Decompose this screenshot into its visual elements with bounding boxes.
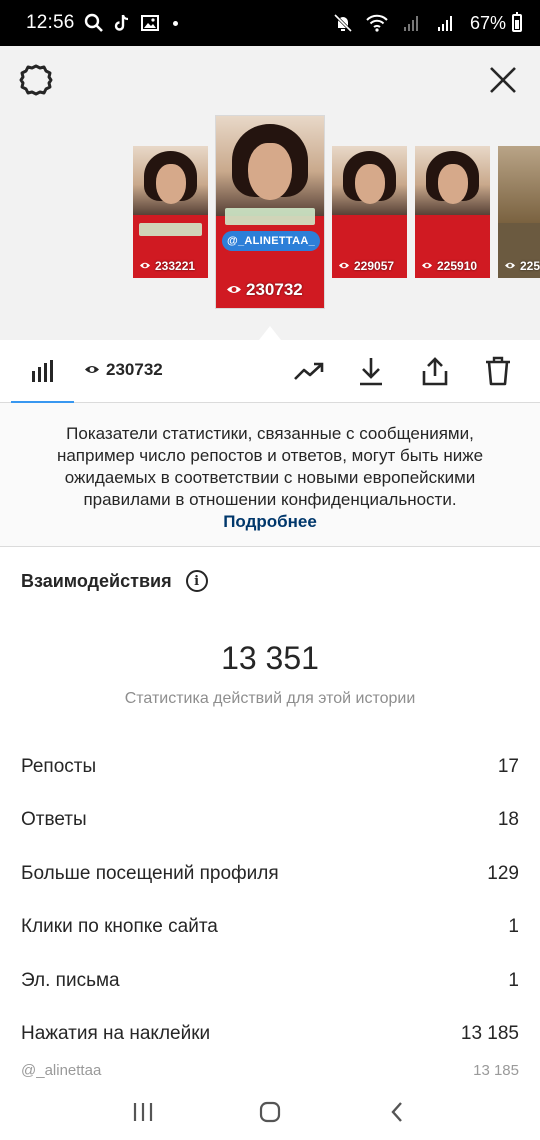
stat-label: Больше посещений профиля	[21, 863, 279, 884]
home-button[interactable]	[248, 1090, 292, 1134]
search-icon	[83, 12, 105, 34]
views-count: 230732	[106, 360, 163, 379]
story-views: 230732	[246, 280, 303, 299]
story-thumbnail-selected[interactable]: @_ALINETTAA_ 230732	[216, 116, 324, 308]
stat-value: 13 185	[460, 1023, 519, 1044]
info-icon[interactable]: i	[185, 570, 208, 592]
settings-button[interactable]	[16, 60, 56, 100]
bar-chart-icon	[31, 359, 53, 382]
stat-value: 17	[497, 756, 519, 777]
stat-row: Клики по кнопке сайта 1	[21, 913, 519, 941]
dot-icon	[172, 20, 178, 26]
story-mention: @_ALINETTAA_	[222, 231, 320, 251]
close-icon	[490, 67, 516, 93]
stat-label: Эл. письма	[21, 970, 120, 991]
tiktok-icon	[111, 12, 133, 34]
stat-value: 1	[508, 970, 519, 991]
story-thumbnail[interactable]: 225910	[415, 146, 490, 278]
learn-more-link[interactable]: Подробнее	[34, 511, 506, 533]
eye-icon	[84, 360, 100, 380]
status-time: 12:56	[26, 12, 75, 33]
story-views: 225	[520, 259, 540, 273]
story-views: 229057	[354, 259, 395, 273]
status-bar: 12:56 67%	[0, 0, 540, 46]
stat-row: Ответы 18	[21, 806, 519, 834]
recents-button[interactable]	[121, 1090, 165, 1134]
eye-icon	[226, 280, 242, 300]
interactions-header: Взаимодействия i	[21, 570, 208, 592]
eye-icon	[421, 259, 433, 273]
wifi-icon	[366, 12, 388, 34]
interactions-caption: Статистика действий для этой истории	[124, 690, 416, 707]
eye-icon	[338, 259, 350, 273]
mute-icon	[332, 12, 354, 34]
stat-label: Репосты	[21, 756, 97, 777]
stat-value: 129	[487, 863, 519, 884]
privacy-notice: Показатели статистики, связанные с сообщ…	[0, 403, 540, 547]
stat-sub-row: @_alinettaa 13 185	[21, 1058, 519, 1082]
delete-button[interactable]	[481, 354, 515, 388]
stat-value: 1	[508, 916, 519, 937]
stat-label: Ответы	[21, 809, 87, 830]
selection-pointer	[259, 326, 281, 340]
close-button[interactable]	[483, 60, 523, 100]
stat-row: Эл. письма 1	[21, 967, 519, 995]
story-carousel: 233221 @_ALINETTAA_ 230732 229057 225910	[0, 46, 540, 340]
notice-text: Показатели статистики, связанные с сообщ…	[56, 424, 484, 509]
stat-row: Репосты 17	[21, 753, 519, 781]
stat-label: Нажатия на наклейки	[21, 1023, 211, 1044]
stat-row: Нажатия на наклейки 13 185	[21, 1020, 519, 1048]
download-button[interactable]	[354, 354, 388, 388]
interactions-total: 13 351	[221, 640, 319, 676]
trending-icon	[294, 362, 324, 380]
stat-row: Больше посещений профиля 129	[21, 860, 519, 888]
section-title: Взаимодействия	[21, 570, 172, 591]
eye-icon	[504, 259, 516, 273]
promote-button[interactable]	[292, 354, 326, 388]
signal-icon	[434, 12, 456, 34]
download-icon	[360, 358, 382, 386]
story-thumbnail[interactable]: 233221	[133, 146, 208, 278]
recents-icon	[134, 1103, 153, 1121]
story-thumbnail[interactable]: 225	[498, 146, 540, 278]
battery-icon	[512, 12, 522, 32]
signal-icon	[400, 12, 422, 34]
stat-label: @_alinettaa	[21, 1061, 102, 1079]
stat-value: 18	[497, 809, 519, 830]
eye-icon	[139, 259, 151, 273]
share-icon	[422, 357, 448, 386]
stat-label: Клики по кнопке сайта	[21, 916, 218, 937]
story-views: 233221	[155, 259, 196, 273]
back-icon	[391, 1102, 402, 1122]
system-nav-bar	[0, 1084, 540, 1140]
views-counter: 230732	[84, 360, 163, 380]
back-button[interactable]	[375, 1090, 419, 1134]
home-icon	[259, 1101, 281, 1123]
insights-toolbar: 230732	[0, 340, 540, 403]
stat-value: 13 185	[473, 1061, 519, 1079]
share-button[interactable]	[418, 354, 452, 388]
battery-percent: 67%	[469, 12, 506, 33]
gallery-icon	[139, 12, 161, 34]
gear-icon	[19, 64, 53, 96]
story-views: 225910	[437, 259, 478, 273]
tab-insights[interactable]	[11, 340, 74, 403]
trash-icon	[486, 356, 510, 386]
story-thumbnail[interactable]: 229057	[332, 146, 407, 278]
